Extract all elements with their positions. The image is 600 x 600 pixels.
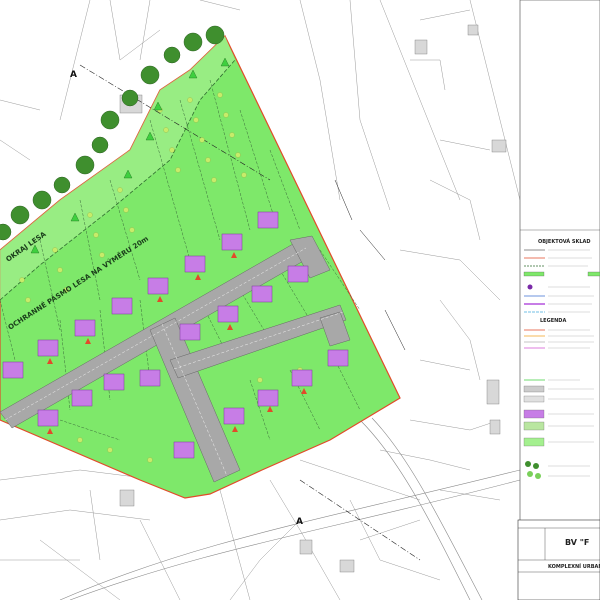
house [223, 407, 245, 425]
drawing-title: KOMPLEXNÍ URBANIS [548, 562, 600, 570]
house [139, 369, 161, 387]
house [291, 369, 313, 387]
legend-panel: OBJEKTOVÁ SKLAD LEGENDA [519, 0, 600, 600]
title-block: BV "F KOMPLEXNÍ URBANIS [517, 519, 600, 600]
house [257, 211, 279, 229]
project-title: BV "F [565, 538, 589, 547]
house [184, 255, 206, 273]
house [287, 265, 309, 283]
house [257, 389, 279, 407]
house [103, 373, 125, 391]
site-plan-map: OKRAJ LESA OCHRANNÉ PÁSMO LESA NA VÝMĚRU… [0, 0, 600, 600]
house [327, 349, 349, 367]
house [173, 441, 195, 459]
house [251, 285, 273, 303]
house [71, 389, 93, 407]
house [179, 323, 201, 341]
legend-title-legend: LEGENDA [540, 318, 566, 324]
house [217, 305, 239, 323]
house [37, 339, 59, 357]
house [111, 297, 133, 315]
legend-title-objects: OBJEKTOVÁ SKLAD [538, 238, 591, 245]
house [2, 361, 24, 379]
house [37, 409, 59, 427]
section-mark-bottom: A [296, 517, 303, 527]
house [74, 319, 96, 337]
house [147, 277, 169, 295]
house [221, 233, 243, 251]
section-mark-top: A [70, 70, 77, 80]
